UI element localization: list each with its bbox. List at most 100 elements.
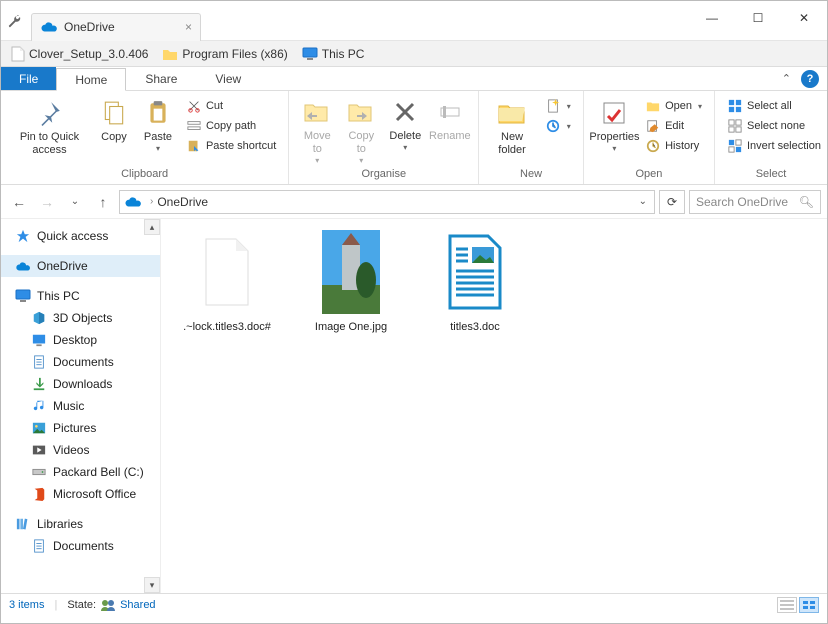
new-folder-button[interactable]: New folder xyxy=(485,95,539,157)
sidebar-item[interactable]: Downloads xyxy=(1,373,160,395)
file-thumbnail xyxy=(313,229,389,315)
cut-icon xyxy=(186,98,202,114)
sidebar-item[interactable]: Documents xyxy=(1,351,160,373)
sidebar-item[interactable]: Desktop xyxy=(1,329,160,351)
select-none-button[interactable]: Select none xyxy=(725,117,823,135)
scroll-up-button[interactable]: ▴ xyxy=(144,219,160,235)
forward-button[interactable]: → xyxy=(35,190,59,214)
copy-to-icon xyxy=(345,96,377,128)
item-icon xyxy=(31,442,47,458)
collapse-ribbon-icon[interactable]: ⌃ xyxy=(776,67,797,90)
item-icon xyxy=(31,538,47,554)
chevron-right-icon[interactable]: › xyxy=(150,196,153,207)
paste-button[interactable]: Paste▾ xyxy=(136,95,180,154)
onedrive-icon xyxy=(40,21,58,33)
refresh-button[interactable]: ⟳ xyxy=(659,190,685,214)
file-thumbnail xyxy=(189,229,265,315)
details-view-button[interactable] xyxy=(777,597,797,613)
tab-share[interactable]: Share xyxy=(126,67,196,90)
ribbon-group-label: Organise xyxy=(289,166,478,184)
back-button[interactable]: ← xyxy=(7,190,31,214)
help-icon[interactable]: ? xyxy=(801,70,819,88)
bookmark-item[interactable]: Clover_Setup_3.0.406 xyxy=(7,44,152,64)
sidebar-item-libraries[interactable]: Libraries xyxy=(1,513,160,535)
invert-selection-button[interactable]: Invert selection xyxy=(725,137,823,155)
open-button[interactable]: Open▾ xyxy=(643,97,704,115)
rename-button[interactable]: Rename xyxy=(427,94,472,143)
search-input[interactable]: Search OneDrive 🔍︎ xyxy=(689,190,821,214)
tab-title: OneDrive xyxy=(64,20,115,34)
main-area: ▴ Quick access OneDrive This PC 3D Objec… xyxy=(1,219,827,593)
ribbon-tabs: File Home Share View ⌃ ? xyxy=(1,67,827,91)
copy-path-icon xyxy=(186,118,202,134)
file-item[interactable]: .~lock.titles3.doc# xyxy=(177,229,277,333)
copy-path-button[interactable]: Copy path xyxy=(184,117,278,135)
sidebar-item[interactable]: Microsoft Office xyxy=(1,483,160,505)
address-bar[interactable]: › OneDrive ⌄ xyxy=(119,190,655,214)
up-button[interactable]: ↑ xyxy=(91,190,115,214)
tab-home[interactable]: Home xyxy=(56,68,126,91)
copy-to-button[interactable]: Copy to▾ xyxy=(339,94,383,166)
browser-tab[interactable]: OneDrive × xyxy=(31,13,201,41)
select-all-icon xyxy=(727,98,743,114)
properties-button[interactable]: Properties▾ xyxy=(590,95,639,154)
edit-button[interactable]: Edit xyxy=(643,117,704,135)
file-name: .~lock.titles3.doc# xyxy=(177,321,277,333)
status-bar: 3 items | State: Shared xyxy=(1,593,827,615)
invert-selection-icon xyxy=(727,138,743,154)
sidebar-item[interactable]: Music xyxy=(1,395,160,417)
easy-access-button[interactable]: ▾ xyxy=(543,117,573,135)
breadcrumb-segment[interactable]: OneDrive xyxy=(157,195,208,209)
navigation-pane: ▴ Quick access OneDrive This PC 3D Objec… xyxy=(1,219,161,593)
copy-icon xyxy=(98,97,130,129)
star-icon xyxy=(15,228,31,244)
sidebar-item-onedrive[interactable]: OneDrive xyxy=(1,255,160,277)
cut-button[interactable]: Cut xyxy=(184,97,278,115)
file-item[interactable]: Image One.jpg xyxy=(301,229,401,333)
item-count: 3 items xyxy=(9,599,44,611)
delete-icon xyxy=(389,96,421,128)
paste-shortcut-button[interactable]: Paste shortcut xyxy=(184,137,278,155)
select-all-button[interactable]: Select all xyxy=(725,97,823,115)
pin-to-quick-access-button[interactable]: Pin to Quick access xyxy=(7,95,92,157)
scroll-down-button[interactable]: ▾ xyxy=(144,577,160,593)
sidebar-item[interactable]: Packard Bell (C:) xyxy=(1,461,160,483)
close-button[interactable]: ✕ xyxy=(781,3,827,33)
bookmark-label: This PC xyxy=(322,47,365,61)
monitor-icon xyxy=(15,288,31,304)
ribbon: Pin to Quick access Copy Paste▾ Cut Copy… xyxy=(1,91,827,185)
history-button[interactable]: History xyxy=(643,137,704,155)
file-item[interactable]: titles3.doc xyxy=(425,229,525,333)
file-list[interactable]: .~lock.titles3.doc# Image One.jpgtitles3.… xyxy=(161,219,827,593)
sidebar-item-quick-access[interactable]: Quick access xyxy=(1,225,160,247)
bookmark-bar: Clover_Setup_3.0.406 Program Files (x86)… xyxy=(1,41,827,67)
onedrive-icon xyxy=(124,196,142,208)
minimize-button[interactable]: — xyxy=(689,3,735,33)
sidebar-item-this-pc[interactable]: This PC xyxy=(1,285,160,307)
sidebar-item[interactable]: Videos xyxy=(1,439,160,461)
item-icon xyxy=(31,464,47,480)
new-folder-icon xyxy=(496,97,528,129)
state-label: State: xyxy=(67,599,96,611)
tab-view[interactable]: View xyxy=(196,67,260,90)
wrench-icon[interactable] xyxy=(1,1,27,41)
move-to-button[interactable]: Move to▾ xyxy=(295,94,339,166)
file-menu[interactable]: File xyxy=(1,67,56,90)
delete-button[interactable]: Delete▾ xyxy=(383,94,427,153)
sidebar-item[interactable]: 3D Objects xyxy=(1,307,160,329)
recent-locations-button[interactable]: ⌄ xyxy=(63,190,87,214)
large-icons-view-button[interactable] xyxy=(799,597,819,613)
new-item-button[interactable]: ▾ xyxy=(543,97,573,115)
sidebar-item[interactable]: Documents xyxy=(1,535,160,557)
file-icon xyxy=(11,46,25,62)
easy-access-icon xyxy=(545,118,561,134)
sidebar-item[interactable]: Pictures xyxy=(1,417,160,439)
maximize-button[interactable]: ☐ xyxy=(735,3,781,33)
bookmark-item[interactable]: Program Files (x86) xyxy=(158,45,291,63)
bookmark-item[interactable]: This PC xyxy=(298,45,369,63)
chevron-down-icon[interactable]: ⌄ xyxy=(636,196,650,207)
ribbon-group-label: Open xyxy=(584,166,714,184)
new-item-icon xyxy=(545,98,561,114)
tab-close-icon[interactable]: × xyxy=(185,20,192,34)
copy-button[interactable]: Copy xyxy=(92,95,136,144)
